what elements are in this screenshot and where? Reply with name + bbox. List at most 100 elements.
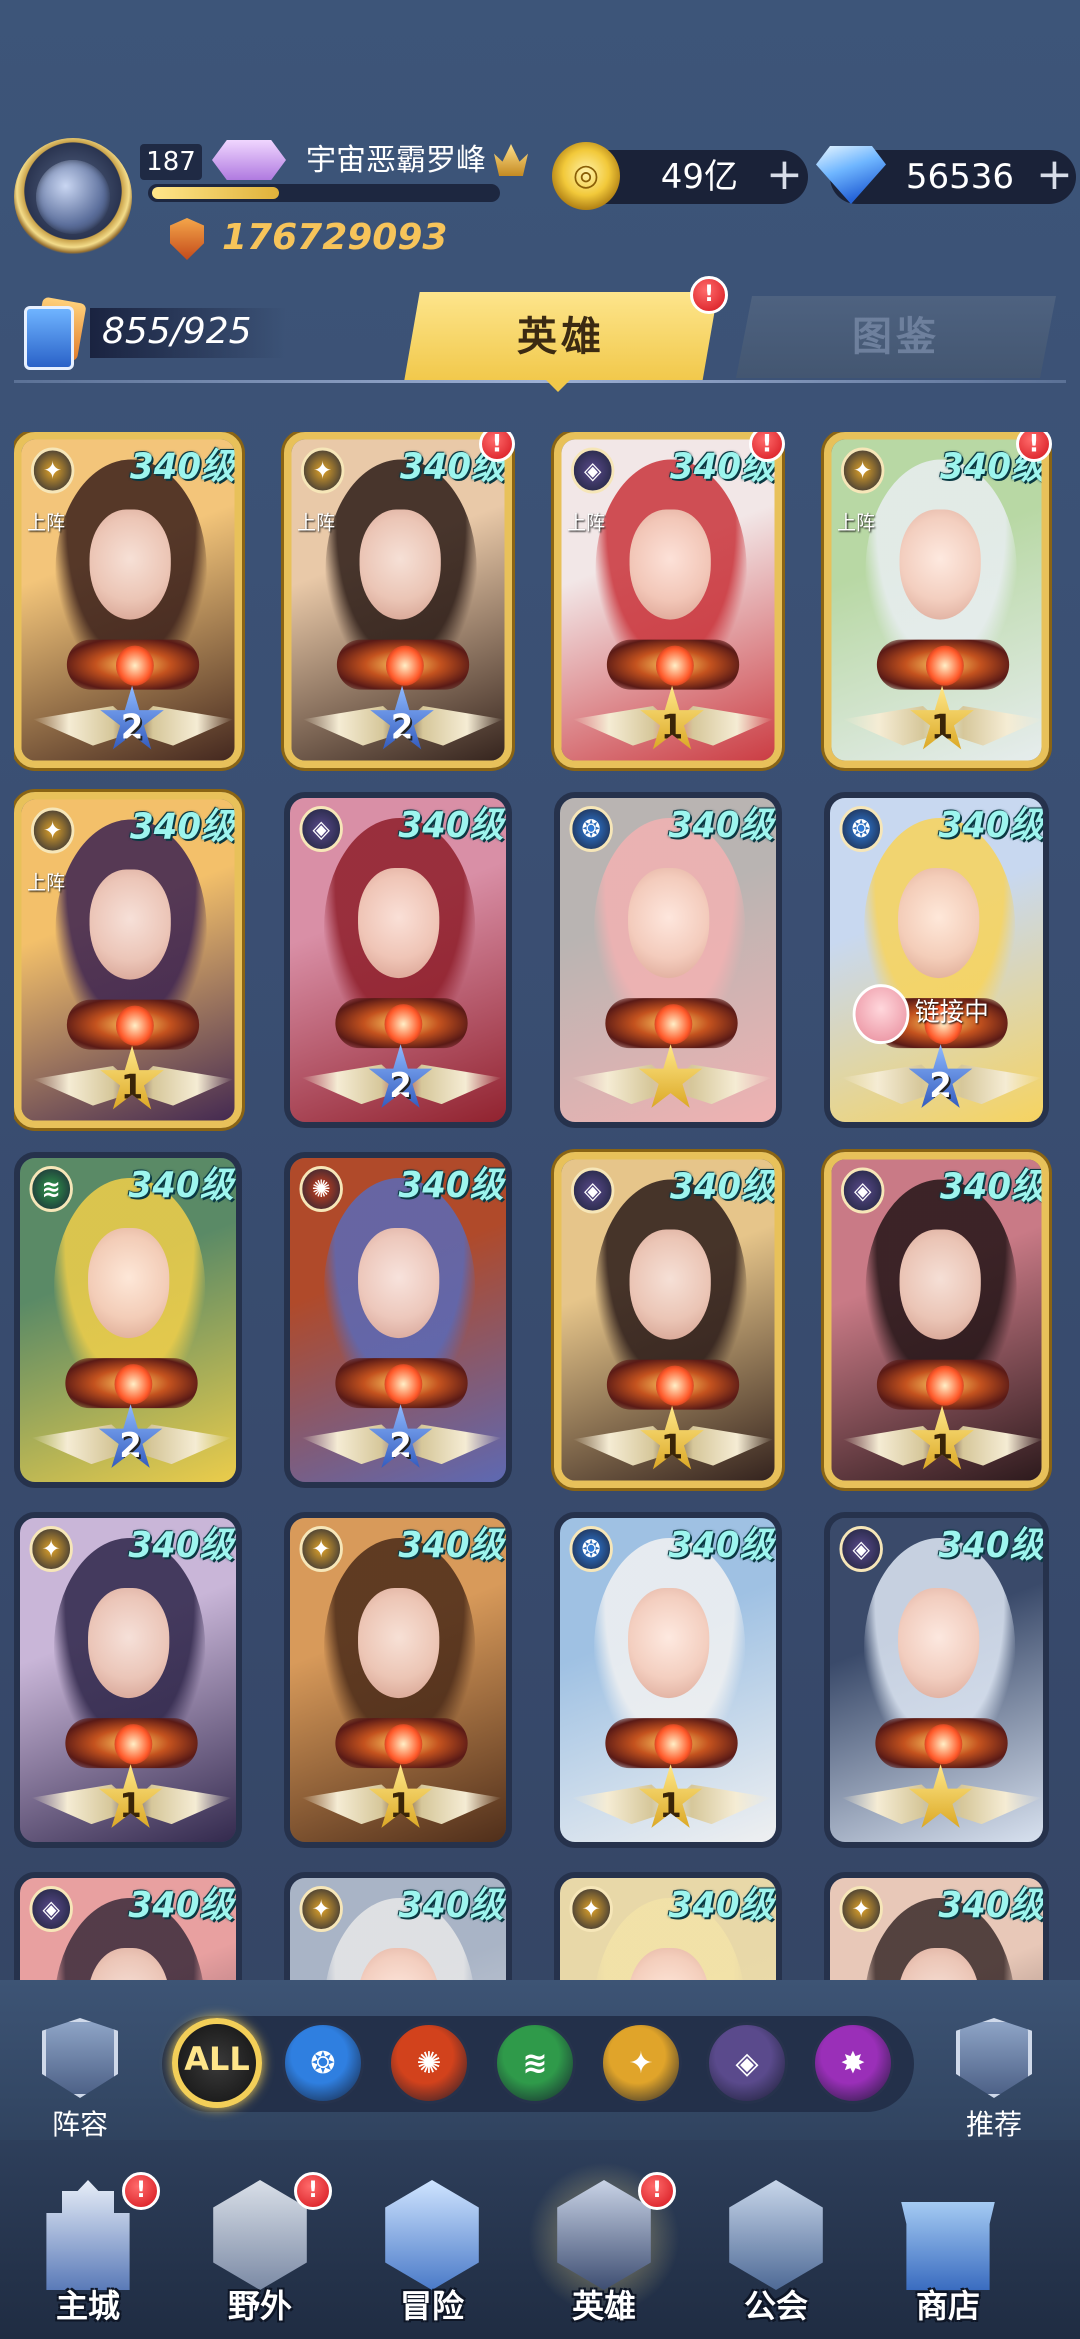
hero-card[interactable]: ◈ 340级 <box>824 1512 1049 1848</box>
nav-guild[interactable]: 公会 <box>706 2180 846 2330</box>
hero-level: 340级 <box>398 1165 504 1207</box>
light-element-icon: ✦ <box>29 1526 73 1573</box>
player-avatar[interactable] <box>36 160 110 234</box>
add-diamond-button[interactable]: + <box>1036 148 1073 202</box>
hero-card[interactable]: ◈ 340级 上阵 1 <box>554 432 782 768</box>
hero-level: 340级 <box>130 806 236 848</box>
filter-all-button[interactable]: ALL <box>172 2018 262 2108</box>
hero-card[interactable]: ✦ 340级 上阵 2 <box>14 432 242 768</box>
hero-level: 340级 <box>398 1525 504 1567</box>
hero-face <box>89 509 171 620</box>
tab-atlas[interactable]: 图鉴 <box>736 296 1056 378</box>
hero-card[interactable]: ✦ 340级 <box>824 1872 1049 1980</box>
hero-face <box>898 1588 980 1699</box>
formation-label: 阵容 <box>51 2108 108 2141</box>
emblem-core-icon <box>384 1724 423 1765</box>
light-element-icon: ✦ <box>569 1886 613 1933</box>
tab-underline <box>14 380 1066 383</box>
deployed-tag: 上阵 <box>27 870 65 895</box>
light-element-icon: ✦ <box>299 1886 343 1933</box>
formation-button[interactable]: 阵容 <box>34 2018 126 2141</box>
hero-card[interactable]: ✦ 340级 <box>554 1872 782 1980</box>
hero-level: 340级 <box>130 446 236 488</box>
hero-face <box>88 1228 170 1339</box>
add-gold-button[interactable]: + <box>766 148 803 202</box>
nav-shop[interactable]: 商店 <box>878 2180 1018 2330</box>
recommend-label: 推荐 <box>965 2108 1022 2141</box>
hero-card[interactable]: ◈ 340级 1 <box>554 1152 782 1488</box>
hero-face <box>899 509 981 620</box>
hero-cards-icon <box>24 296 90 370</box>
hero-tab-alert-icon: ! <box>690 276 728 314</box>
hero-level: 340级 <box>938 1885 1044 1927</box>
light-element-icon: ✦ <box>299 1526 343 1573</box>
light-element-icon: ✦ <box>30 807 75 854</box>
recommend-button[interactable]: 推荐 <box>948 2018 1040 2141</box>
light-element-icon: ✦ <box>300 447 345 494</box>
filter-fire-button[interactable]: ✺ <box>388 2022 470 2104</box>
hero-face <box>89 869 171 980</box>
hero-level: 340级 <box>940 1166 1046 1208</box>
nav-label: 野外 <box>227 2287 292 2325</box>
hero-card[interactable]: ❂ 340级 1 <box>554 1512 782 1848</box>
nav-main-city[interactable]: 主城! <box>18 2172 160 2330</box>
nav-adventure[interactable]: 冒险 <box>362 2180 502 2330</box>
hero-card[interactable]: ✦ 340级 上阵 1 <box>824 432 1049 768</box>
tab-hero[interactable]: 英雄 <box>404 292 718 382</box>
emblem-core-icon <box>654 1004 693 1045</box>
deployed-tag: 上阵 <box>297 510 335 535</box>
hero-grid: ✦ 340级 上阵 2 ✦ 340级 上阵 2! ◈ 340级 上阵 1! ✦ 340级 上阵 1! ✦ 340级… <box>14 432 1066 1980</box>
emblem-core-icon <box>386 645 424 686</box>
filter-light-button[interactable]: ✦ <box>600 2022 682 2104</box>
hero-collection-count: 855/925 <box>102 311 252 352</box>
linked-hero-avatar <box>852 984 910 1045</box>
hero-card[interactable]: ◈ 340级 <box>14 1872 242 1980</box>
hero-card[interactable]: ✦ 340级 1 <box>14 1512 242 1848</box>
hero-card[interactable]: ✺ 340级 2 <box>284 1152 512 1488</box>
emblem-core-icon <box>114 1724 153 1765</box>
light-element-icon: ✦ <box>30 447 75 494</box>
dark-element-icon: ◈ <box>570 1167 615 1214</box>
hero-level: 340级 <box>938 805 1044 847</box>
filter-wind-button[interactable]: ≋ <box>494 2022 576 2104</box>
hero-card[interactable]: ✦ 340级 上阵 2 <box>284 432 512 768</box>
hero-card[interactable]: ≋ 340级 2 <box>14 1152 242 1488</box>
deployed-tag: 上阵 <box>27 510 65 535</box>
water-element-icon: ❂ <box>569 806 613 853</box>
nav-wild[interactable]: 野外! <box>190 2172 332 2330</box>
shop-stall-icon <box>901 2202 995 2290</box>
emblem-core-icon <box>116 645 154 686</box>
hero-card[interactable]: ◈ 340级 1 <box>824 1152 1049 1488</box>
diamond-amount: 56536 <box>905 157 1014 197</box>
emblem-core-icon <box>924 1724 963 1765</box>
hero-face <box>899 1229 981 1340</box>
hero-level: 340级 <box>938 1525 1044 1567</box>
hero-face <box>629 509 711 620</box>
rank-badge <box>212 140 286 180</box>
nav-label: 冒险 <box>399 2287 464 2325</box>
nav-alert-icon: ! <box>638 2172 676 2210</box>
hero-card[interactable]: ✦ 340级 上阵 1 <box>14 792 242 1128</box>
dark-element-icon: ◈ <box>570 447 615 494</box>
hero-card[interactable]: ❂ 340级 <box>554 792 782 1128</box>
dark-element-icon: ◈ <box>299 806 343 853</box>
hero-face <box>898 868 980 979</box>
hero-face <box>628 868 710 979</box>
wind-element-icon: ≋ <box>29 1166 73 1213</box>
hero-face <box>358 1228 440 1339</box>
recommend-thumb-icon <box>956 2018 1032 2098</box>
hero-card[interactable]: ❂ 340级 2 链接中 <box>824 792 1049 1128</box>
tab-active-pointer <box>546 380 570 392</box>
hero-card[interactable]: ✦ 340级 <box>284 1872 512 1980</box>
hero-level: 340级 <box>668 805 774 847</box>
emblem-core-icon <box>926 1365 964 1406</box>
hero-card[interactable]: ✦ 340级 1 <box>284 1512 512 1848</box>
linking-status: 链接中 <box>915 998 989 1029</box>
filter-chaos-button[interactable]: ✸ <box>812 2022 894 2104</box>
filter-dark-button[interactable]: ◈ <box>706 2022 788 2104</box>
filter-water-button[interactable]: ❂ <box>282 2022 364 2104</box>
emblem-core-icon <box>384 1004 423 1045</box>
hero-card[interactable]: ◈ 340级 2 <box>284 792 512 1128</box>
nav-hero[interactable]: 英雄! <box>528 2162 680 2330</box>
nav-alert-icon: ! <box>122 2172 160 2210</box>
